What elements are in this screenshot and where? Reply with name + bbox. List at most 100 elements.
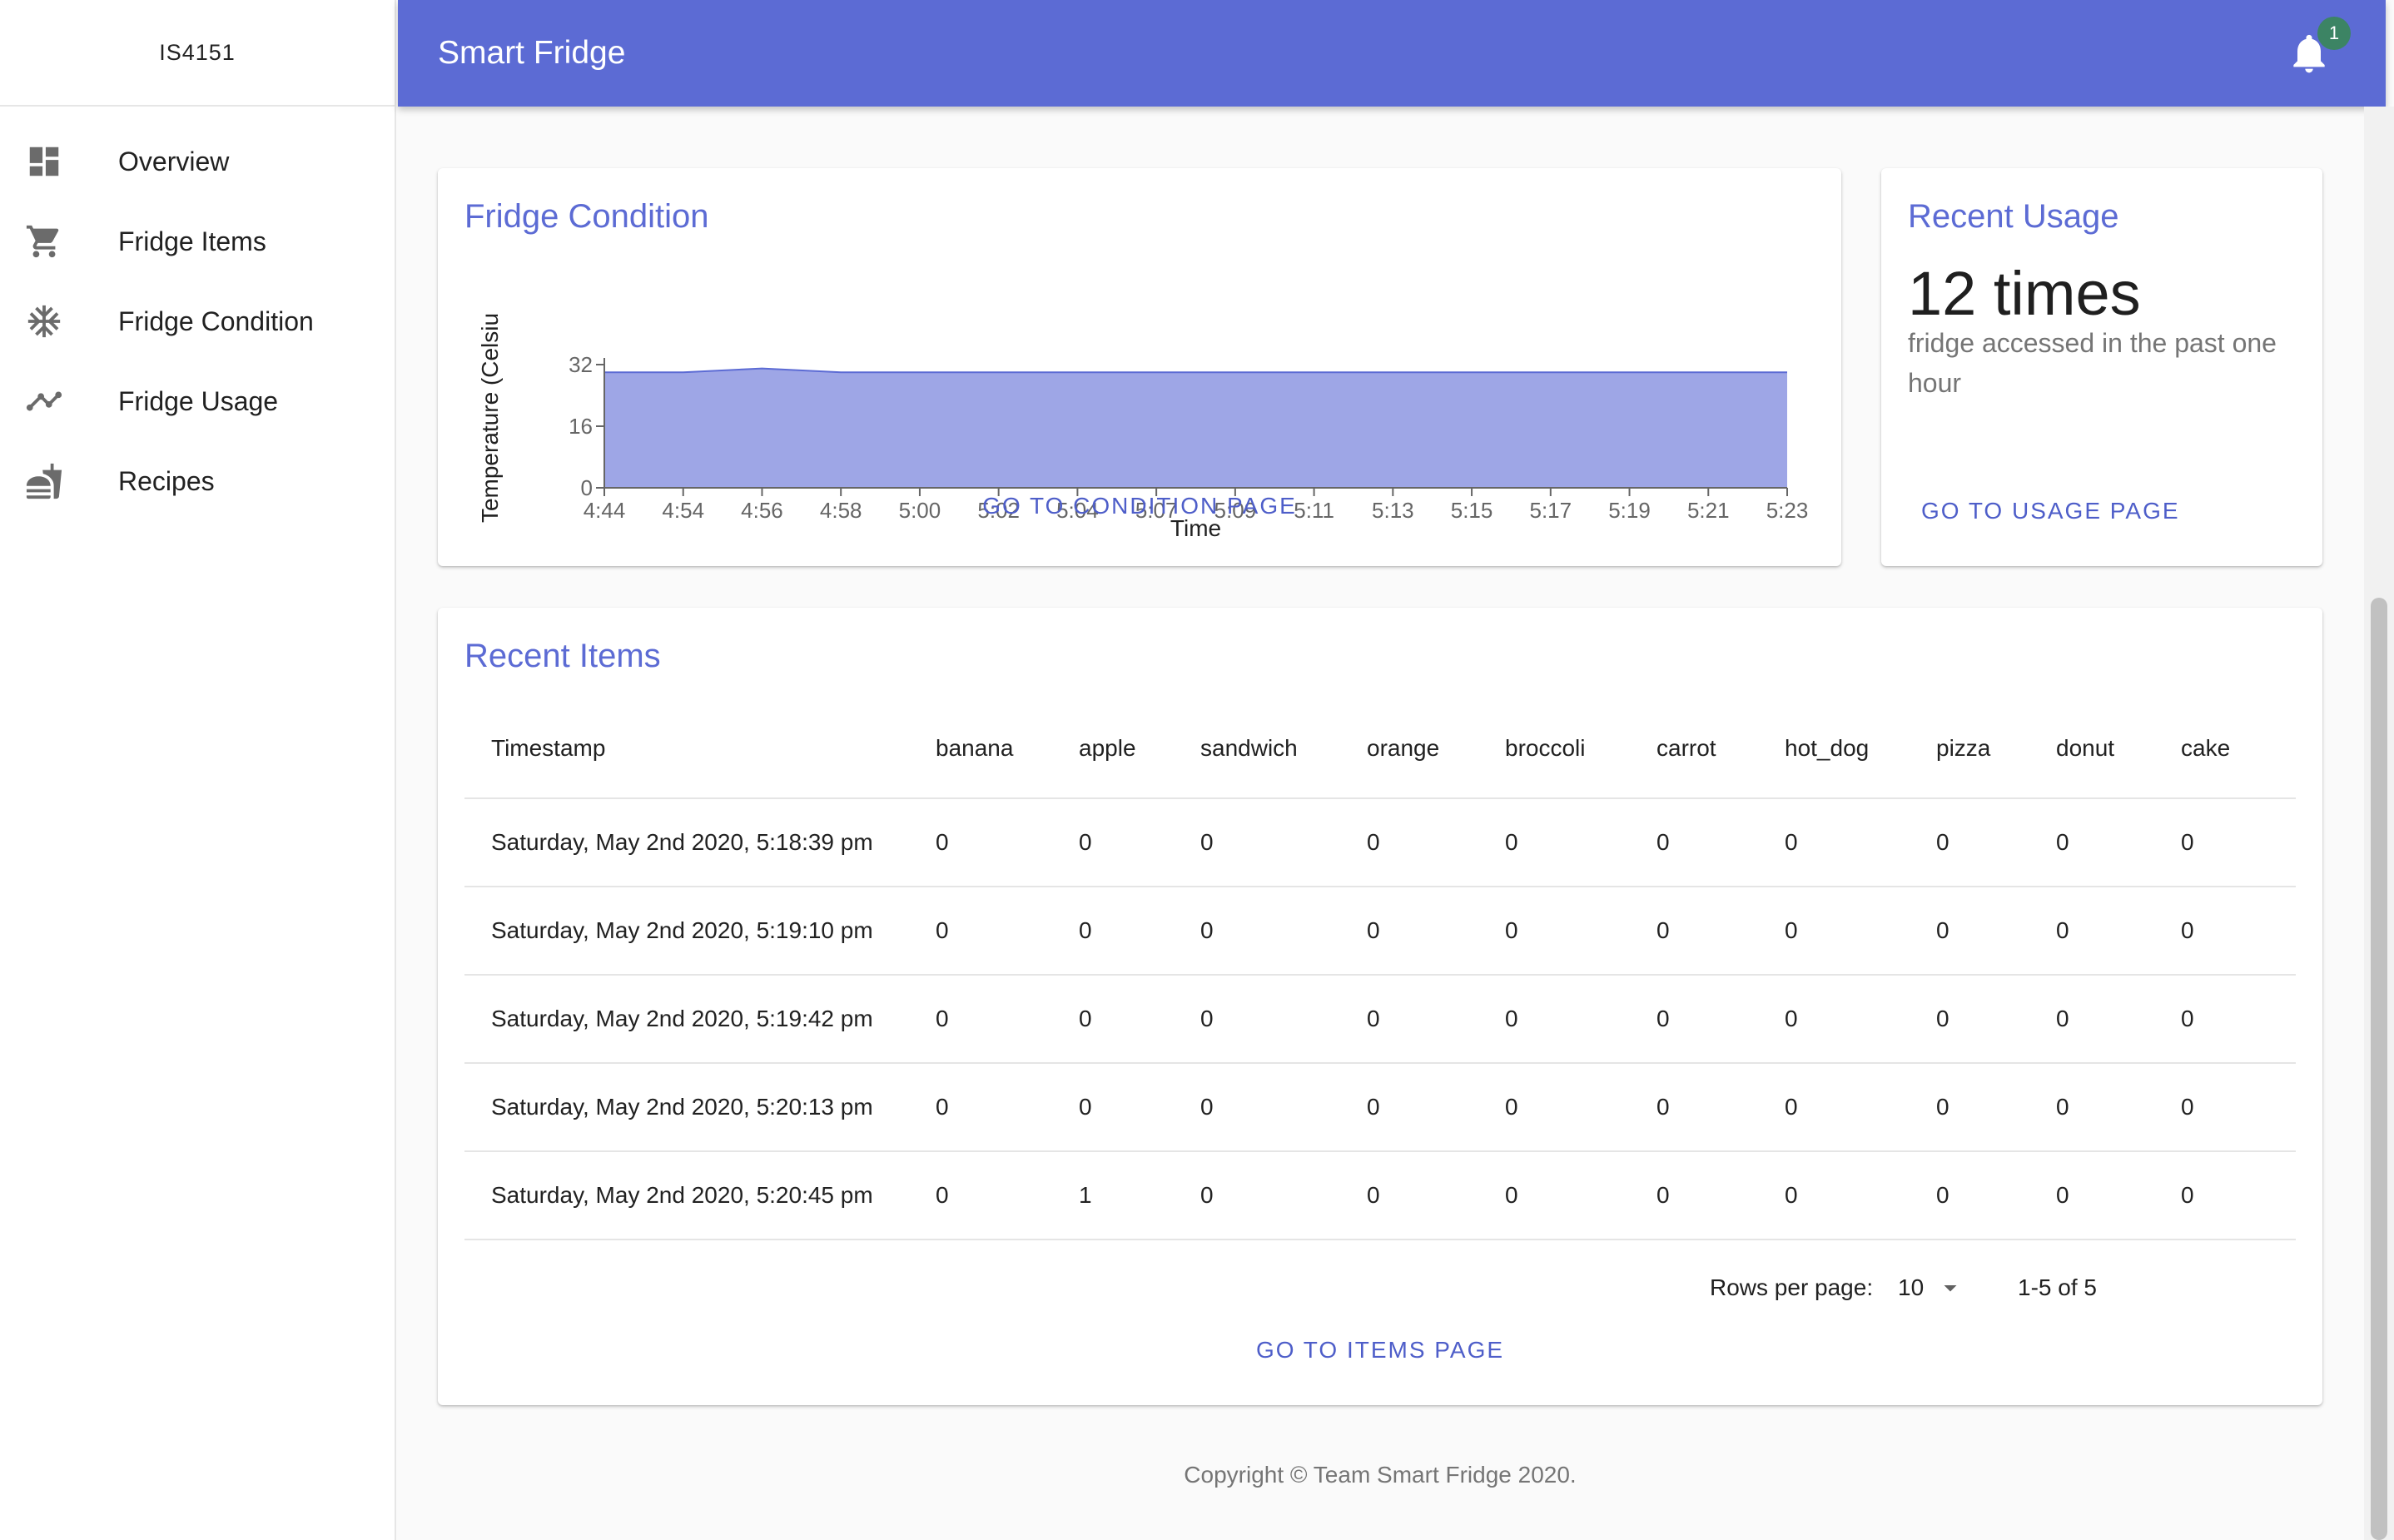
column-header[interactable]: carrot	[1656, 699, 1785, 799]
table-cell: 0	[2181, 887, 2296, 976]
table-cell: 0	[2056, 798, 2181, 887]
table-cell: 1	[1079, 1151, 1200, 1240]
fridge-condition-title: Fridge Condition	[464, 198, 709, 235]
table-cell: 0	[1200, 798, 1367, 887]
table-cell: 0	[1505, 1151, 1656, 1240]
table-cell: 0	[1367, 1151, 1505, 1240]
table-cell: 0	[1656, 798, 1785, 887]
table-row: Saturday, May 2nd 2020, 5:19:42 pm 0 0 0…	[464, 975, 2296, 1064]
table-cell: 0	[1200, 975, 1367, 1064]
sidebar-item-label: Fridge Condition	[118, 306, 314, 336]
table-cell: Saturday, May 2nd 2020, 5:19:10 pm	[464, 887, 936, 976]
go-to-usage-page-button[interactable]: GO TO USAGE PAGE	[1921, 498, 2180, 524]
table-cell: 0	[936, 1063, 1079, 1152]
table-cell: 0	[1367, 1063, 1505, 1152]
table-cell: 0	[1079, 1063, 1200, 1152]
notifications-button[interactable]: 1	[2286, 17, 2351, 80]
table-cell: 0	[1656, 887, 1785, 976]
sidebar-item-label: Recipes	[118, 465, 215, 496]
scrollbar-thumb[interactable]	[2371, 598, 2387, 1540]
column-header[interactable]: orange	[1367, 699, 1505, 799]
table-row: Saturday, May 2nd 2020, 5:20:45 pm 0 1 0…	[464, 1151, 2296, 1240]
table-row: Saturday, May 2nd 2020, 5:19:10 pm 0 0 0…	[464, 887, 2296, 976]
table-cell: 0	[2181, 1063, 2296, 1152]
rows-per-page-label: Rows per page:	[1710, 1274, 1874, 1300]
table-cell: 0	[1936, 798, 2056, 887]
temperature-area	[604, 368, 1787, 488]
column-header[interactable]: broccoli	[1505, 699, 1656, 799]
y-tick-label: 32	[569, 352, 593, 377]
table-cell: 0	[2056, 887, 2181, 976]
table-cell: Saturday, May 2nd 2020, 5:18:39 pm	[464, 798, 936, 887]
table-cell: 0	[2056, 1063, 2181, 1152]
table-cell: 0	[1200, 1151, 1367, 1240]
footer-copyright: Copyright © Team Smart Fridge 2020.	[1184, 1462, 1577, 1488]
table-cell: Saturday, May 2nd 2020, 5:19:42 pm	[464, 975, 936, 1064]
rows-per-page-value: 10	[1898, 1274, 1925, 1300]
cart-icon	[0, 222, 118, 261]
table-cell: 0	[1656, 1063, 1785, 1152]
table-row: Saturday, May 2nd 2020, 5:18:39 pm 0 0 0…	[464, 798, 2296, 887]
bell-icon	[2286, 34, 2332, 80]
column-header[interactable]: sandwich	[1200, 699, 1367, 799]
table-cell: 0	[1936, 975, 2056, 1064]
table-cell: 0	[1367, 975, 1505, 1064]
go-to-items-page-button[interactable]: GO TO ITEMS PAGE	[438, 1337, 2322, 1364]
table-cell: 0	[1785, 887, 1936, 976]
column-header[interactable]: donut	[2056, 699, 2181, 799]
column-header[interactable]: pizza	[1936, 699, 2056, 799]
table-cell: Saturday, May 2nd 2020, 5:20:45 pm	[464, 1151, 936, 1240]
table-cell: 0	[1936, 1063, 2056, 1152]
table-cell: 0	[2056, 975, 2181, 1064]
column-header[interactable]: Timestamp	[464, 699, 936, 799]
y-axis-label: Temperature (Celsiu	[477, 313, 503, 523]
table-cell: 0	[936, 887, 1079, 976]
table-row: Saturday, May 2nd 2020, 5:20:13 pm 0 0 0…	[464, 1063, 2296, 1152]
sidebar-item-fridge-condition[interactable]: Fridge Condition	[0, 281, 395, 361]
table-cell: 0	[936, 798, 1079, 887]
column-header[interactable]: cake	[2181, 699, 2296, 799]
sidebar-item-recipes[interactable]: Recipes	[0, 441, 395, 521]
table-cell: 0	[2181, 1151, 2296, 1240]
sidebar-item-label: Fridge Items	[118, 226, 266, 256]
table-cell: 0	[1785, 1063, 1936, 1152]
table-cell: 0	[1079, 887, 1200, 976]
sidebar-nav: Overview Fridge Items Fridge Condition F…	[0, 122, 395, 521]
sidebar-item-fridge-usage[interactable]: Fridge Usage	[0, 361, 395, 441]
table-cell: 0	[1079, 798, 1200, 887]
sidebar-brand: IS4151	[0, 0, 395, 107]
table-cell: 0	[1505, 798, 1656, 887]
column-header[interactable]: hot_dog	[1785, 699, 1936, 799]
table-cell: 0	[1936, 887, 2056, 976]
table-cell: 0	[1505, 975, 1656, 1064]
table-cell: 0	[1785, 798, 1936, 887]
table-cell: 0	[2181, 798, 2296, 887]
table-cell: 0	[1367, 798, 1505, 887]
pagination-range: 1-5 of 5	[2018, 1274, 2097, 1300]
sidebar: IS4151 Overview Fridge Items Fridge Cond…	[0, 0, 396, 1540]
table-header-row: Timestamp banana apple sandwich orange b…	[464, 699, 2296, 799]
sidebar-item-label: Overview	[118, 146, 230, 176]
table-cell: 0	[2056, 1151, 2181, 1240]
table-cell: 0	[1079, 975, 1200, 1064]
temperature-chart: 016324:44 4:54 4:56 4:58 5:00 5:02 5:04 5:07 5:0…	[477, 313, 1808, 541]
table-cell: 0	[1505, 887, 1656, 976]
usage-count: 12 times	[1908, 259, 2141, 328]
recent-items-table: Timestamp banana apple sandwich orange b…	[464, 699, 2296, 1240]
recent-usage-card: Recent Usage 12 times fridge accessed in…	[1881, 168, 2322, 566]
usage-description: fridge accessed in the past one hour	[1908, 328, 2277, 398]
sidebar-item-label: Fridge Usage	[118, 385, 279, 416]
vertical-scrollbar[interactable]	[2364, 107, 2394, 1540]
rows-per-page-select[interactable]: 10	[1898, 1267, 1965, 1309]
table-cell: 0	[936, 1151, 1079, 1240]
table-cell: 0	[1200, 887, 1367, 976]
table-cell: 0	[2181, 975, 2296, 1064]
trending-icon	[0, 382, 118, 420]
recent-items-title: Recent Items	[464, 638, 661, 674]
column-header[interactable]: banana	[936, 699, 1079, 799]
column-header[interactable]: apple	[1079, 699, 1200, 799]
sidebar-item-fridge-items[interactable]: Fridge Items	[0, 201, 395, 281]
caret-down-icon	[1935, 1273, 1965, 1303]
go-to-condition-page-button[interactable]: GO TO CONDITION PAGE	[438, 493, 1841, 519]
sidebar-item-overview[interactable]: Overview	[0, 122, 395, 201]
